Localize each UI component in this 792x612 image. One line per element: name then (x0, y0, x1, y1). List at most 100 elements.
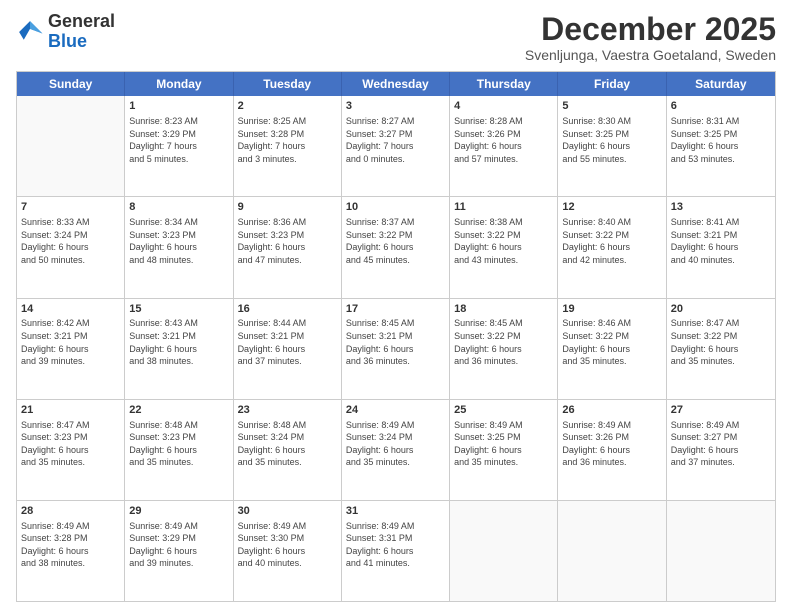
day-info: Sunrise: 8:30 AMSunset: 3:25 PMDaylight:… (562, 115, 661, 165)
day-info: Sunrise: 8:28 AMSunset: 3:26 PMDaylight:… (454, 115, 553, 165)
calendar-cell: 3Sunrise: 8:27 AMSunset: 3:27 PMDaylight… (342, 96, 450, 196)
day-number: 12 (562, 200, 661, 215)
calendar-cell: 28Sunrise: 8:49 AMSunset: 3:28 PMDayligh… (17, 501, 125, 601)
day-info: Sunrise: 8:40 AMSunset: 3:22 PMDaylight:… (562, 216, 661, 266)
calendar-cell: 13Sunrise: 8:41 AMSunset: 3:21 PMDayligh… (667, 197, 775, 297)
calendar-cell: 15Sunrise: 8:43 AMSunset: 3:21 PMDayligh… (125, 299, 233, 399)
day-info: Sunrise: 8:49 AMSunset: 3:24 PMDaylight:… (346, 419, 445, 469)
calendar-row-0: 1Sunrise: 8:23 AMSunset: 3:29 PMDaylight… (17, 96, 775, 196)
calendar-cell: 31Sunrise: 8:49 AMSunset: 3:31 PMDayligh… (342, 501, 450, 601)
day-number: 19 (562, 302, 661, 317)
calendar-cell: 18Sunrise: 8:45 AMSunset: 3:22 PMDayligh… (450, 299, 558, 399)
calendar-cell: 17Sunrise: 8:45 AMSunset: 3:21 PMDayligh… (342, 299, 450, 399)
day-number: 22 (129, 403, 228, 418)
day-number: 13 (671, 200, 771, 215)
location: Svenljunga, Vaestra Goetaland, Sweden (525, 47, 776, 63)
day-info: Sunrise: 8:34 AMSunset: 3:23 PMDaylight:… (129, 216, 228, 266)
calendar-cell: 26Sunrise: 8:49 AMSunset: 3:26 PMDayligh… (558, 400, 666, 500)
calendar-row-1: 7Sunrise: 8:33 AMSunset: 3:24 PMDaylight… (17, 196, 775, 297)
calendar-cell: 2Sunrise: 8:25 AMSunset: 3:28 PMDaylight… (234, 96, 342, 196)
day-info: Sunrise: 8:42 AMSunset: 3:21 PMDaylight:… (21, 317, 120, 367)
logo-general: General (48, 11, 115, 31)
calendar-cell: 24Sunrise: 8:49 AMSunset: 3:24 PMDayligh… (342, 400, 450, 500)
day-number: 27 (671, 403, 771, 418)
day-info: Sunrise: 8:45 AMSunset: 3:21 PMDaylight:… (346, 317, 445, 367)
logo: General Blue (16, 12, 115, 52)
header-day-wednesday: Wednesday (342, 72, 450, 96)
header-day-sunday: Sunday (17, 72, 125, 96)
calendar-row-2: 14Sunrise: 8:42 AMSunset: 3:21 PMDayligh… (17, 298, 775, 399)
day-info: Sunrise: 8:49 AMSunset: 3:27 PMDaylight:… (671, 419, 771, 469)
day-number: 14 (21, 302, 120, 317)
page: General Blue December 2025 Svenljunga, V… (0, 0, 792, 612)
calendar-cell: 11Sunrise: 8:38 AMSunset: 3:22 PMDayligh… (450, 197, 558, 297)
day-info: Sunrise: 8:44 AMSunset: 3:21 PMDaylight:… (238, 317, 337, 367)
day-number: 28 (21, 504, 120, 519)
calendar-cell: 22Sunrise: 8:48 AMSunset: 3:23 PMDayligh… (125, 400, 233, 500)
day-number: 31 (346, 504, 445, 519)
calendar-cell: 12Sunrise: 8:40 AMSunset: 3:22 PMDayligh… (558, 197, 666, 297)
day-number: 25 (454, 403, 553, 418)
calendar-cell: 30Sunrise: 8:49 AMSunset: 3:30 PMDayligh… (234, 501, 342, 601)
title-block: December 2025 Svenljunga, Vaestra Goetal… (525, 12, 776, 63)
day-info: Sunrise: 8:33 AMSunset: 3:24 PMDaylight:… (21, 216, 120, 266)
calendar-cell: 19Sunrise: 8:46 AMSunset: 3:22 PMDayligh… (558, 299, 666, 399)
day-number: 1 (129, 99, 228, 114)
day-number: 10 (346, 200, 445, 215)
day-info: Sunrise: 8:31 AMSunset: 3:25 PMDaylight:… (671, 115, 771, 165)
day-number: 3 (346, 99, 445, 114)
calendar-cell: 20Sunrise: 8:47 AMSunset: 3:22 PMDayligh… (667, 299, 775, 399)
calendar-cell: 29Sunrise: 8:49 AMSunset: 3:29 PMDayligh… (125, 501, 233, 601)
calendar-cell (17, 96, 125, 196)
header-day-tuesday: Tuesday (234, 72, 342, 96)
day-number: 24 (346, 403, 445, 418)
day-info: Sunrise: 8:37 AMSunset: 3:22 PMDaylight:… (346, 216, 445, 266)
day-number: 6 (671, 99, 771, 114)
calendar-cell (450, 501, 558, 601)
day-info: Sunrise: 8:45 AMSunset: 3:22 PMDaylight:… (454, 317, 553, 367)
month-title: December 2025 (525, 12, 776, 47)
day-info: Sunrise: 8:38 AMSunset: 3:22 PMDaylight:… (454, 216, 553, 266)
calendar-header: SundayMondayTuesdayWednesdayThursdayFrid… (17, 72, 775, 96)
day-number: 21 (21, 403, 120, 418)
day-number: 2 (238, 99, 337, 114)
calendar-cell (667, 501, 775, 601)
day-info: Sunrise: 8:49 AMSunset: 3:30 PMDaylight:… (238, 520, 337, 570)
day-number: 18 (454, 302, 553, 317)
logo-blue: Blue (48, 31, 87, 51)
calendar-cell: 10Sunrise: 8:37 AMSunset: 3:22 PMDayligh… (342, 197, 450, 297)
day-number: 4 (454, 99, 553, 114)
day-number: 29 (129, 504, 228, 519)
calendar-cell: 14Sunrise: 8:42 AMSunset: 3:21 PMDayligh… (17, 299, 125, 399)
calendar-cell: 6Sunrise: 8:31 AMSunset: 3:25 PMDaylight… (667, 96, 775, 196)
calendar-cell: 23Sunrise: 8:48 AMSunset: 3:24 PMDayligh… (234, 400, 342, 500)
header-day-friday: Friday (558, 72, 666, 96)
day-number: 11 (454, 200, 553, 215)
day-number: 7 (21, 200, 120, 215)
day-number: 30 (238, 504, 337, 519)
calendar-cell: 1Sunrise: 8:23 AMSunset: 3:29 PMDaylight… (125, 96, 233, 196)
calendar-cell: 25Sunrise: 8:49 AMSunset: 3:25 PMDayligh… (450, 400, 558, 500)
header-day-thursday: Thursday (450, 72, 558, 96)
day-info: Sunrise: 8:49 AMSunset: 3:25 PMDaylight:… (454, 419, 553, 469)
calendar-body: 1Sunrise: 8:23 AMSunset: 3:29 PMDaylight… (17, 96, 775, 601)
day-info: Sunrise: 8:47 AMSunset: 3:22 PMDaylight:… (671, 317, 771, 367)
day-number: 9 (238, 200, 337, 215)
day-number: 5 (562, 99, 661, 114)
day-info: Sunrise: 8:41 AMSunset: 3:21 PMDaylight:… (671, 216, 771, 266)
day-info: Sunrise: 8:49 AMSunset: 3:28 PMDaylight:… (21, 520, 120, 570)
day-number: 17 (346, 302, 445, 317)
logo-bird-icon (16, 18, 44, 46)
day-info: Sunrise: 8:23 AMSunset: 3:29 PMDaylight:… (129, 115, 228, 165)
day-info: Sunrise: 8:46 AMSunset: 3:22 PMDaylight:… (562, 317, 661, 367)
day-info: Sunrise: 8:43 AMSunset: 3:21 PMDaylight:… (129, 317, 228, 367)
day-number: 15 (129, 302, 228, 317)
day-info: Sunrise: 8:47 AMSunset: 3:23 PMDaylight:… (21, 419, 120, 469)
day-info: Sunrise: 8:25 AMSunset: 3:28 PMDaylight:… (238, 115, 337, 165)
day-number: 26 (562, 403, 661, 418)
calendar-cell: 21Sunrise: 8:47 AMSunset: 3:23 PMDayligh… (17, 400, 125, 500)
header: General Blue December 2025 Svenljunga, V… (16, 12, 776, 63)
day-info: Sunrise: 8:49 AMSunset: 3:29 PMDaylight:… (129, 520, 228, 570)
logo-text: General Blue (48, 12, 115, 52)
calendar-cell: 16Sunrise: 8:44 AMSunset: 3:21 PMDayligh… (234, 299, 342, 399)
